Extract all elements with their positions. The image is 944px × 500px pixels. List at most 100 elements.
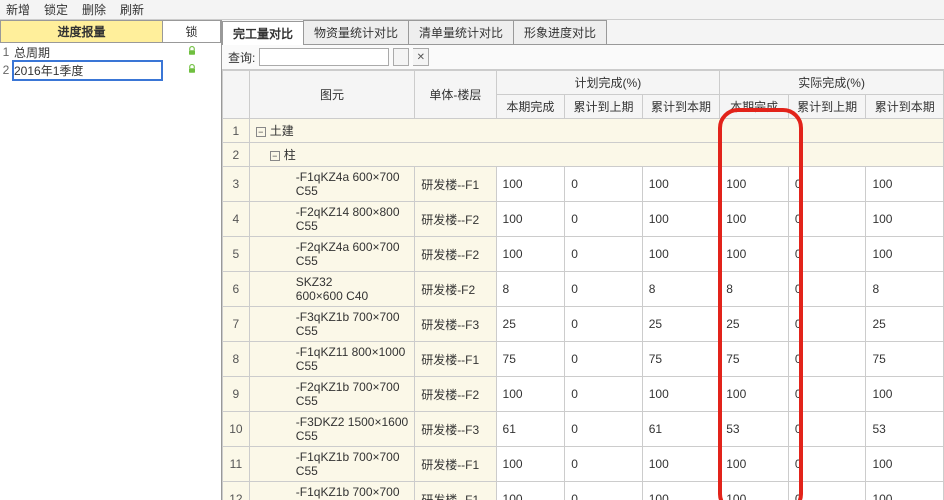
- clear-button[interactable]: ✕: [413, 48, 429, 66]
- row-number: 8: [223, 342, 250, 377]
- cell-actual-tocur: 53: [866, 412, 944, 447]
- row-number: 6: [223, 272, 250, 307]
- col-plan-cur[interactable]: 本期完成: [496, 95, 565, 119]
- col-group-actual: 实际完成(%): [720, 71, 944, 95]
- col-actual-tocur[interactable]: 累计到本期: [866, 95, 944, 119]
- cell-floor: 研发楼--F2: [415, 202, 496, 237]
- cell-element: -F2qKZ1b 700×700C55: [249, 377, 414, 412]
- col-plan-prev[interactable]: 累计到上期: [565, 95, 643, 119]
- cell-plan-cur: 100: [496, 482, 565, 500]
- search-input[interactable]: [259, 48, 389, 66]
- cell-floor: 研发楼--F1: [415, 482, 496, 500]
- table-row[interactable]: 4-F2qKZ14 800×800C55研发楼--F21000100100010…: [223, 202, 944, 237]
- col-actual-prev[interactable]: 累计到上期: [788, 95, 866, 119]
- cell-plan-cur: 100: [496, 377, 565, 412]
- cell-plan-tocur: 100: [642, 447, 720, 482]
- toolbar-new[interactable]: 新增: [6, 1, 30, 18]
- col-unit-floor[interactable]: 单体-楼层: [415, 71, 496, 119]
- cell-element: -F1qKZ11 800×1000C55: [249, 342, 414, 377]
- collapse-icon[interactable]: −: [270, 151, 280, 161]
- table-row[interactable]: 10-F3DKZ2 1500×1600C55研发楼--F36106153053: [223, 412, 944, 447]
- group-label: −柱: [249, 143, 943, 167]
- cell-actual-cur: 53: [720, 412, 789, 447]
- search-label: 查询:: [228, 49, 255, 66]
- cell-actual-tocur: 75: [866, 342, 944, 377]
- collapse-icon[interactable]: −: [256, 127, 266, 137]
- cell-actual-prev: 0: [788, 377, 866, 412]
- table-row[interactable]: 12-F1qKZ1b 700×700C55研发楼--F1100010010001…: [223, 482, 944, 500]
- cell-plan-cur: 75: [496, 342, 565, 377]
- cell-actual-cur: 100: [720, 202, 789, 237]
- table-row[interactable]: 9-F2qKZ1b 700×700C55研发楼--F21000100100010…: [223, 377, 944, 412]
- cell-floor: 研发楼--F2: [415, 237, 496, 272]
- table-row[interactable]: 7-F3qKZ1b 700×700C55研发楼--F32502525025: [223, 307, 944, 342]
- tab-完工量对比[interactable]: 完工量对比: [222, 21, 304, 45]
- cell-actual-tocur: 100: [866, 167, 944, 202]
- cell-plan-prev: 0: [565, 307, 643, 342]
- col-row-number: [223, 71, 250, 119]
- col-actual-cur[interactable]: 本期完成: [720, 95, 789, 119]
- toolbar-lock[interactable]: 锁定: [44, 1, 68, 18]
- cell-element: -F3DKZ2 1500×1600C55: [249, 412, 414, 447]
- cell-actual-prev: 0: [788, 447, 866, 482]
- table-row[interactable]: 11-F1qKZ1b 700×700C55研发楼--F1100010010001…: [223, 447, 944, 482]
- table-row[interactable]: 3-F1qKZ4a 600×700C55研发楼--F11000100100010…: [223, 167, 944, 202]
- table-row[interactable]: 8-F1qKZ11 800×1000C55研发楼--F17507575075: [223, 342, 944, 377]
- cell-plan-cur: 61: [496, 412, 565, 447]
- cell-plan-prev: 0: [565, 482, 643, 500]
- cell-plan-cur: 25: [496, 307, 565, 342]
- cell-plan-cur: 100: [496, 237, 565, 272]
- search-button[interactable]: [393, 48, 409, 66]
- toolbar-refresh[interactable]: 刷新: [120, 1, 144, 18]
- group-row[interactable]: 1−土建: [223, 119, 944, 143]
- cell-actual-tocur: 8: [866, 272, 944, 307]
- table-row[interactable]: 6SKZ32600×600 C40研发楼-F2808808: [223, 272, 944, 307]
- cell-plan-tocur: 25: [642, 307, 720, 342]
- cell-actual-prev: 0: [788, 412, 866, 447]
- cell-actual-prev: 0: [788, 482, 866, 500]
- row-lock: [163, 63, 221, 78]
- cell-plan-cur: 8: [496, 272, 565, 307]
- cell-plan-prev: 0: [565, 377, 643, 412]
- row-number: 11: [223, 447, 250, 482]
- tab-形象进度对比[interactable]: 形象进度对比: [513, 20, 607, 44]
- cell-plan-tocur: 100: [642, 237, 720, 272]
- row-name: 2016年1季度: [12, 60, 163, 81]
- table-row[interactable]: 5-F2qKZ4a 600×700C55研发楼--F21000100100010…: [223, 237, 944, 272]
- col-element[interactable]: 图元: [249, 71, 414, 119]
- cell-floor: 研发楼--F2: [415, 377, 496, 412]
- row-number: 7: [223, 307, 250, 342]
- lock-icon: [186, 45, 198, 57]
- progress-report-row[interactable]: 22016年1季度: [0, 61, 221, 79]
- row-number: 9: [223, 377, 250, 412]
- tab-物资量统计对比[interactable]: 物资量统计对比: [303, 20, 409, 44]
- group-row[interactable]: 2−柱: [223, 143, 944, 167]
- cell-floor: 研发楼--F1: [415, 447, 496, 482]
- cell-floor: 研发楼-F2: [415, 272, 496, 307]
- cell-element: SKZ32600×600 C40: [249, 272, 414, 307]
- cell-actual-tocur: 25: [866, 307, 944, 342]
- row-index: 2: [0, 63, 12, 77]
- group-label: −土建: [249, 119, 943, 143]
- cell-element: -F3qKZ1b 700×700C55: [249, 307, 414, 342]
- cell-element: -F1qKZ1b 700×700C55: [249, 447, 414, 482]
- cell-actual-cur: 100: [720, 167, 789, 202]
- tab-清单量统计对比[interactable]: 清单量统计对比: [408, 20, 514, 44]
- cell-element: -F1qKZ1b 700×700C55: [249, 482, 414, 500]
- col-plan-tocur[interactable]: 累计到本期: [642, 95, 720, 119]
- cell-plan-prev: 0: [565, 237, 643, 272]
- cell-actual-cur: 100: [720, 447, 789, 482]
- cell-plan-tocur: 8: [642, 272, 720, 307]
- cell-floor: 研发楼--F3: [415, 307, 496, 342]
- cell-actual-prev: 0: [788, 272, 866, 307]
- progress-report-row[interactable]: 1总周期: [0, 43, 221, 61]
- comparison-grid: 图元 单体-楼层 计划完成(%) 实际完成(%) 本期完成 累计到上期 累计到本…: [222, 70, 944, 500]
- row-number: 3: [223, 167, 250, 202]
- left-panel: 进度报量 锁 1总周期22016年1季度: [0, 20, 222, 500]
- cell-actual-cur: 100: [720, 377, 789, 412]
- cell-actual-tocur: 100: [866, 447, 944, 482]
- toolbar-delete[interactable]: 删除: [82, 1, 106, 18]
- cell-plan-tocur: 100: [642, 202, 720, 237]
- cell-plan-prev: 0: [565, 272, 643, 307]
- tabs: 完工量对比物资量统计对比清单量统计对比形象进度对比: [222, 20, 944, 45]
